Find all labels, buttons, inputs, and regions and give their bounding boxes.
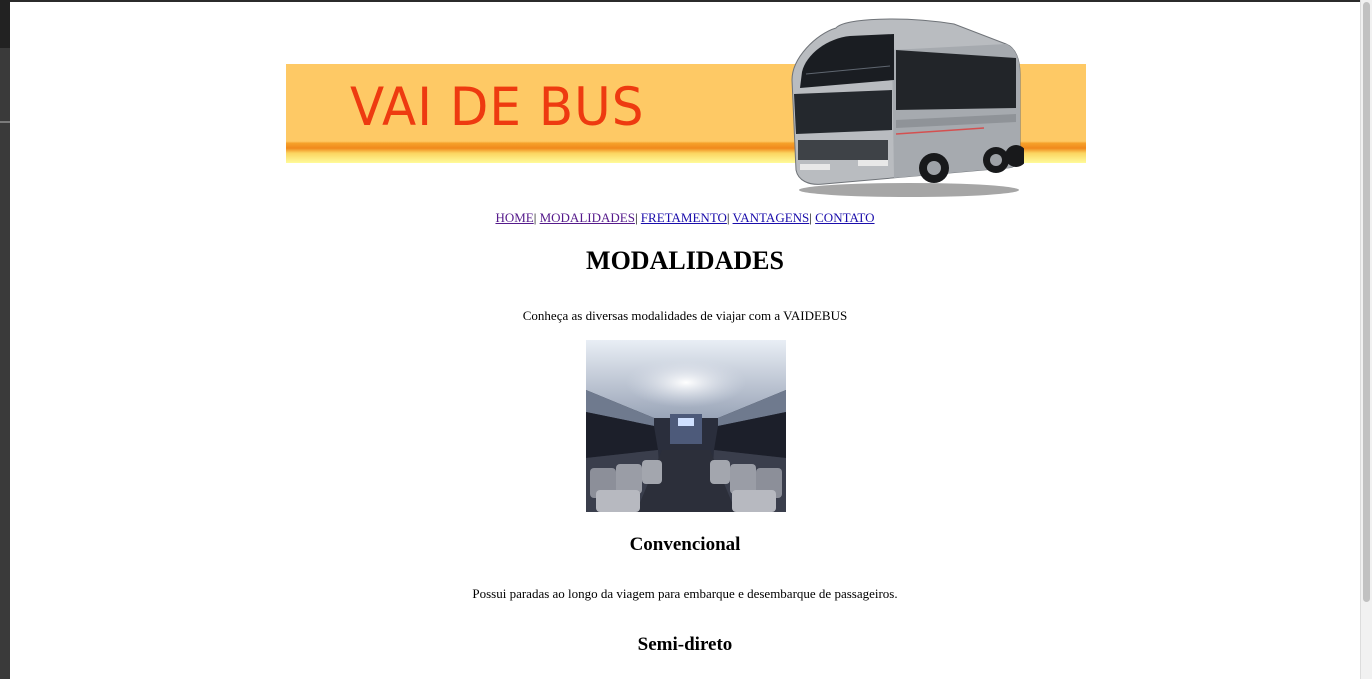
section-title-convencional: Convencional <box>629 534 741 555</box>
section-description-convencional: Possui paradas ao longo da viagem para e… <box>472 586 898 601</box>
nav-link-contato[interactable]: CONTATO <box>815 210 874 225</box>
nav-link-modalidades[interactable]: MODALIDADES <box>540 210 635 225</box>
nav-link-vantagens[interactable]: VANTAGENS <box>733 210 810 225</box>
main-nav: HOME| MODALIDADES| FRETAMENTO| VANTAGENS… <box>10 210 1360 226</box>
nav-link-home[interactable]: HOME <box>495 210 533 225</box>
window-edge-band <box>0 0 10 48</box>
page-title: MODALIDADES <box>586 246 784 275</box>
nav-link-fretamento[interactable]: FRETAMENTO <box>641 210 727 225</box>
window-edge-left <box>0 0 10 679</box>
banner-logo-text: VAI DE BUS <box>350 76 645 138</box>
intro-text: Conheça as diversas modalidades de viaja… <box>522 308 848 323</box>
bus-image <box>791 18 1024 197</box>
window-edge-tick <box>0 121 10 123</box>
header-banner: VAI DE BUS <box>286 14 1086 200</box>
bus-interior-image <box>586 340 786 512</box>
scrollbar-thumb[interactable] <box>1363 2 1370 602</box>
page-content: VAI DE BUS HOME| MODALIDADES| FRETAMENTO… <box>10 2 1360 679</box>
vertical-scrollbar[interactable] <box>1360 0 1372 679</box>
section-title-semi-direto: Semi-direto <box>637 634 733 655</box>
